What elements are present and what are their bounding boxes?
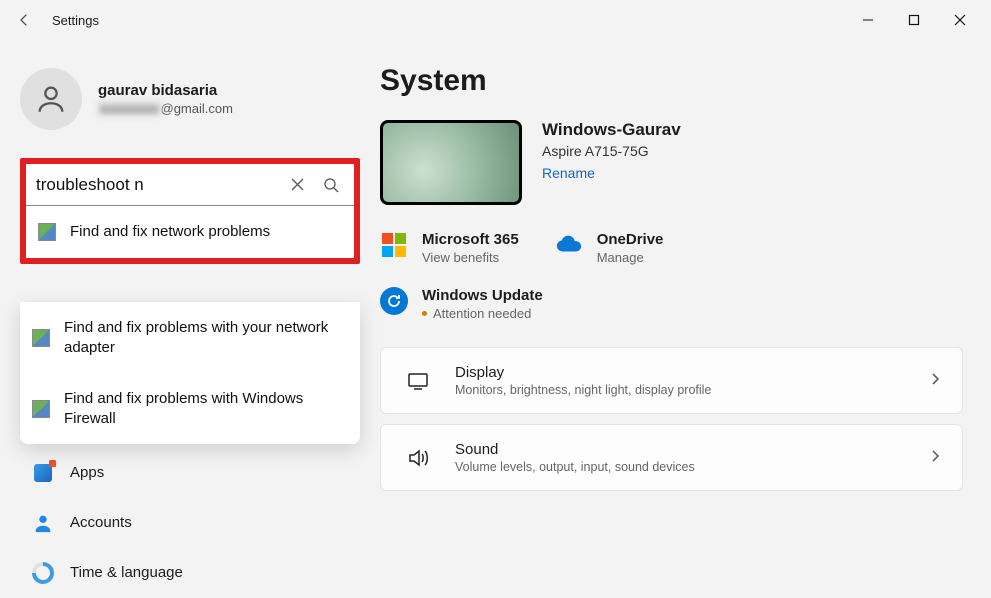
- search-icon[interactable]: [318, 172, 344, 198]
- chevron-right-icon: [928, 449, 942, 466]
- device-name: Windows-Gaurav: [542, 120, 681, 140]
- attention-dot-icon: [422, 311, 427, 316]
- sidebar-item-time-language[interactable]: Time & language: [20, 548, 360, 598]
- search-result[interactable]: Find and fix problems with your network …: [20, 302, 360, 373]
- accounts-icon: [32, 512, 54, 534]
- troubleshoot-icon: [32, 400, 50, 418]
- avatar: [20, 68, 82, 130]
- account-profile[interactable]: gaurav bidasaria xxxxxxxxx@gmail.com: [20, 68, 360, 130]
- device-wallpaper-thumb[interactable]: [380, 120, 522, 205]
- windows-update-icon: [380, 287, 408, 315]
- sound-icon: [401, 446, 435, 470]
- page-title: System: [380, 64, 963, 98]
- troubleshoot-icon: [38, 223, 56, 241]
- update-status: Attention needed: [422, 306, 543, 321]
- chevron-right-icon: [928, 372, 942, 389]
- sidebar-item-apps[interactable]: Apps: [20, 448, 360, 498]
- sidebar-item-accounts[interactable]: Accounts: [20, 498, 360, 548]
- search-input[interactable]: [36, 175, 276, 195]
- device-model: Aspire A715-75G: [542, 143, 681, 159]
- onedrive-cloud-icon: [555, 231, 583, 259]
- apps-icon: [34, 464, 52, 482]
- time-language-icon: [32, 562, 54, 584]
- search-region-highlight: Find and fix network problems: [20, 158, 360, 264]
- profile-email: xxxxxxxxx@gmail.com: [98, 101, 233, 116]
- search-result[interactable]: Find and fix problems with Windows Firew…: [20, 373, 360, 444]
- back-button[interactable]: [8, 4, 40, 36]
- search-results-dropdown: Find and fix problems with your network …: [20, 302, 360, 444]
- window-title: Settings: [52, 13, 99, 28]
- close-window-button[interactable]: [937, 4, 983, 36]
- minimize-button[interactable]: [845, 4, 891, 36]
- microsoft-365-tile[interactable]: Microsoft 365 View benefits: [380, 231, 519, 265]
- maximize-button[interactable]: [891, 4, 937, 36]
- settings-card-sound[interactable]: Sound Volume levels, output, input, soun…: [380, 424, 963, 491]
- microsoft-logo-icon: [380, 231, 408, 259]
- windows-update-tile[interactable]: Windows Update Attention needed: [380, 287, 963, 321]
- settings-card-display[interactable]: Display Monitors, brightness, night ligh…: [380, 347, 963, 414]
- onedrive-tile[interactable]: OneDrive Manage: [555, 231, 664, 265]
- display-icon: [401, 369, 435, 393]
- search-result[interactable]: Find and fix network problems: [26, 206, 354, 258]
- profile-name: gaurav bidasaria: [98, 82, 233, 99]
- rename-device-link[interactable]: Rename: [542, 165, 681, 181]
- troubleshoot-icon: [32, 329, 50, 347]
- clear-search-icon[interactable]: [284, 172, 310, 198]
